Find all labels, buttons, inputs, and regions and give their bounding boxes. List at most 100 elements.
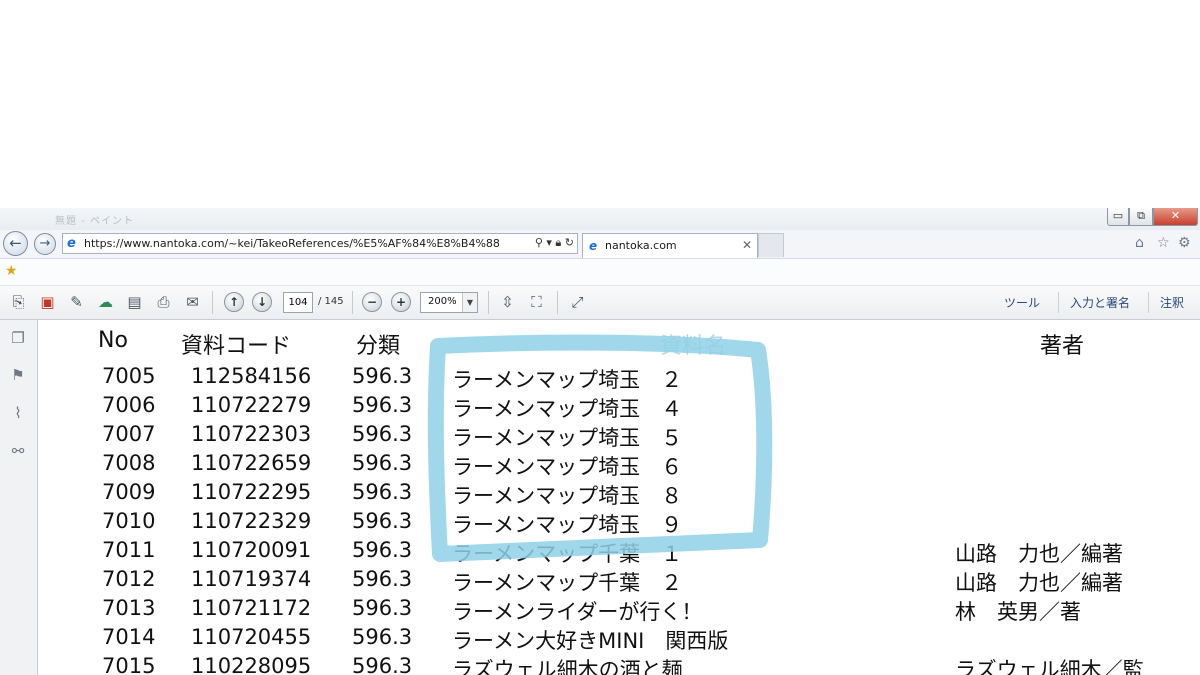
address-tools[interactable]: ⚲ ▾ 🔒︎ ↻	[535, 236, 574, 250]
window-title: 無題 - ペイント	[55, 216, 134, 227]
pdf-toolbar: ⎘ ▣ ✎ ☁ ▤ ⎙ ✉ ↑ ↓ 104 / 145 − + 200% ▼ ⇳…	[0, 286, 1200, 320]
table-cell-title: ラズウェル細木の酒と麺	[452, 658, 683, 675]
table-cell-class: 596.3	[352, 422, 413, 446]
table-cell-no: 7011	[102, 538, 156, 562]
header-no: No	[98, 328, 128, 353]
comment-link[interactable]: 注釈	[1160, 294, 1184, 311]
table-cell-code: 110721172	[191, 596, 312, 620]
tools-link[interactable]: ツール	[1004, 294, 1040, 311]
table-cell-code: 112584156	[191, 364, 312, 388]
window-title-bar: 無題 - ペイント ▭ ⧉ ✕	[0, 208, 1200, 230]
table-cell-class: 596.3	[352, 567, 413, 591]
add-favorite-icon[interactable]: ★	[5, 263, 18, 279]
toolbar-divider	[212, 291, 213, 314]
bookmark-icon[interactable]: ⚑	[8, 365, 28, 385]
table-cell-no: 7007	[102, 422, 156, 446]
table-cell-no: 7005	[102, 364, 156, 388]
table-cell-code: 110722303	[191, 422, 312, 446]
close-button[interactable]: ✕	[1153, 208, 1198, 226]
back-button[interactable]: ←	[3, 231, 28, 256]
table-cell-code: 110722295	[191, 480, 312, 504]
email-icon[interactable]: ✉	[182, 292, 203, 313]
pdf-document-page[interactable]: No 資料コード 分類 資料名 著者 7005 112584156 596.3 ラーメ…	[38, 320, 1200, 675]
search-icon[interactable]: ⚲	[535, 236, 543, 249]
table-cell-no: 7008	[102, 451, 156, 475]
table-cell-class: 596.3	[352, 451, 413, 475]
header-class: 分類	[356, 334, 401, 359]
header-title: 資料名	[660, 334, 727, 359]
table-cell-code: 110722279	[191, 393, 312, 417]
table-cell-title: ラーメンマップ埼玉 ９	[452, 513, 683, 537]
table-cell-title: ラーメンマップ千葉 ２	[452, 571, 683, 595]
maximize-button[interactable]: ⧉	[1129, 208, 1153, 226]
edit-icon[interactable]: ✎	[66, 292, 87, 313]
table-cell-class: 596.3	[352, 480, 413, 504]
table-cell-no: 7010	[102, 509, 156, 533]
tab-close-icon[interactable]: ✕	[742, 238, 752, 252]
binoculars-icon[interactable]: ⚯	[8, 441, 28, 461]
table-cell-no: 7014	[102, 625, 156, 649]
table-cell-class: 596.3	[352, 364, 413, 388]
toolbar-divider	[1058, 292, 1059, 313]
forward-button[interactable]: →	[34, 233, 56, 255]
favorites-star-icon[interactable]: ☆	[1157, 235, 1170, 251]
pdf-file-icon[interactable]: ▣	[37, 292, 58, 313]
toolbar-divider	[1148, 292, 1149, 313]
print-icon[interactable]: ⎙	[153, 292, 174, 313]
new-tab-button[interactable]	[758, 233, 784, 257]
minimize-button[interactable]: ▭	[1107, 208, 1129, 226]
tab-active[interactable]: e nantoka.com ✕	[582, 233, 758, 258]
toolbar-divider	[557, 291, 558, 314]
fullscreen-icon[interactable]: ⤢	[567, 292, 588, 313]
table-cell-author: ラズウェル細木／監	[955, 658, 1144, 675]
cloud-upload-icon[interactable]: ☁	[95, 292, 116, 313]
table-cell-author: 山路 力也／編著	[955, 571, 1123, 595]
table-cell-title: ラーメンマップ埼玉 ２	[452, 368, 683, 392]
refresh-icon[interactable]: ↻	[565, 236, 574, 249]
table-cell-no: 7006	[102, 393, 156, 417]
table-cell-author: 林 英男／著	[955, 600, 1081, 624]
table-cell-code: 110720091	[191, 538, 312, 562]
table-cell-title: ラーメンマップ埼玉 ８	[452, 484, 683, 508]
table-cell-no: 7009	[102, 480, 156, 504]
gear-icon[interactable]: ⚙	[1178, 235, 1191, 251]
table-cell-title: ラーメンライダーが行く！	[452, 600, 703, 624]
zoom-in-button[interactable]: +	[391, 292, 411, 312]
table-cell-code: 110719374	[191, 567, 312, 591]
ie-tab-icon: e	[589, 239, 598, 253]
fit-width-icon[interactable]: ⛶	[526, 292, 547, 313]
browser-nav-bar: ← → e https://www.nantoka.com/~kei/Takeo…	[0, 230, 1200, 259]
page-total: / 145	[318, 296, 344, 307]
table-cell-code: 110228095	[191, 654, 312, 675]
url-text[interactable]: https://www.nantoka.com/~kei/TakeoRefere…	[84, 237, 499, 250]
table-cell-code: 110722329	[191, 509, 312, 533]
pdf-navigation-panel: ❐ ⚑ ⌇ ⚯	[0, 320, 38, 675]
next-page-button[interactable]: ↓	[252, 292, 272, 312]
ie-page-icon: e	[67, 236, 76, 251]
table-cell-title: ラーメン大好きMINI 関西版	[452, 629, 729, 653]
create-pdf-icon[interactable]: ⎘	[8, 292, 29, 313]
fit-page-icon[interactable]: ⇳	[497, 292, 518, 313]
chevron-down-icon[interactable]: ▼	[462, 293, 477, 312]
address-bar[interactable]: e https://www.nantoka.com/~kei/TakeoRefe…	[62, 233, 578, 254]
dropdown-icon[interactable]: ▾	[546, 236, 552, 249]
page-thumbnails-icon[interactable]: ❐	[8, 328, 28, 348]
table-cell-class: 596.3	[352, 625, 413, 649]
toolbar-divider	[352, 291, 353, 314]
lock-icon[interactable]: 🔒︎	[555, 236, 561, 249]
zoom-out-button[interactable]: −	[362, 292, 382, 312]
table-cell-class: 596.3	[352, 509, 413, 533]
save-icon[interactable]: ▤	[124, 292, 145, 313]
attachment-icon[interactable]: ⌇	[8, 403, 28, 423]
home-icon[interactable]: ⌂	[1135, 235, 1144, 251]
zoom-select[interactable]: 200% ▼	[420, 292, 478, 313]
zoom-value: 200%	[428, 296, 457, 307]
toolbar-divider	[488, 291, 489, 314]
previous-page-button[interactable]: ↑	[224, 292, 244, 312]
table-cell-no: 7012	[102, 567, 156, 591]
table-cell-class: 596.3	[352, 654, 413, 675]
fill-sign-link[interactable]: 入力と署名	[1070, 294, 1130, 311]
table-cell-code: 110722659	[191, 451, 312, 475]
table-cell-title: ラーメンマップ千葉 １	[452, 542, 683, 566]
page-number-input[interactable]: 104	[283, 292, 313, 313]
